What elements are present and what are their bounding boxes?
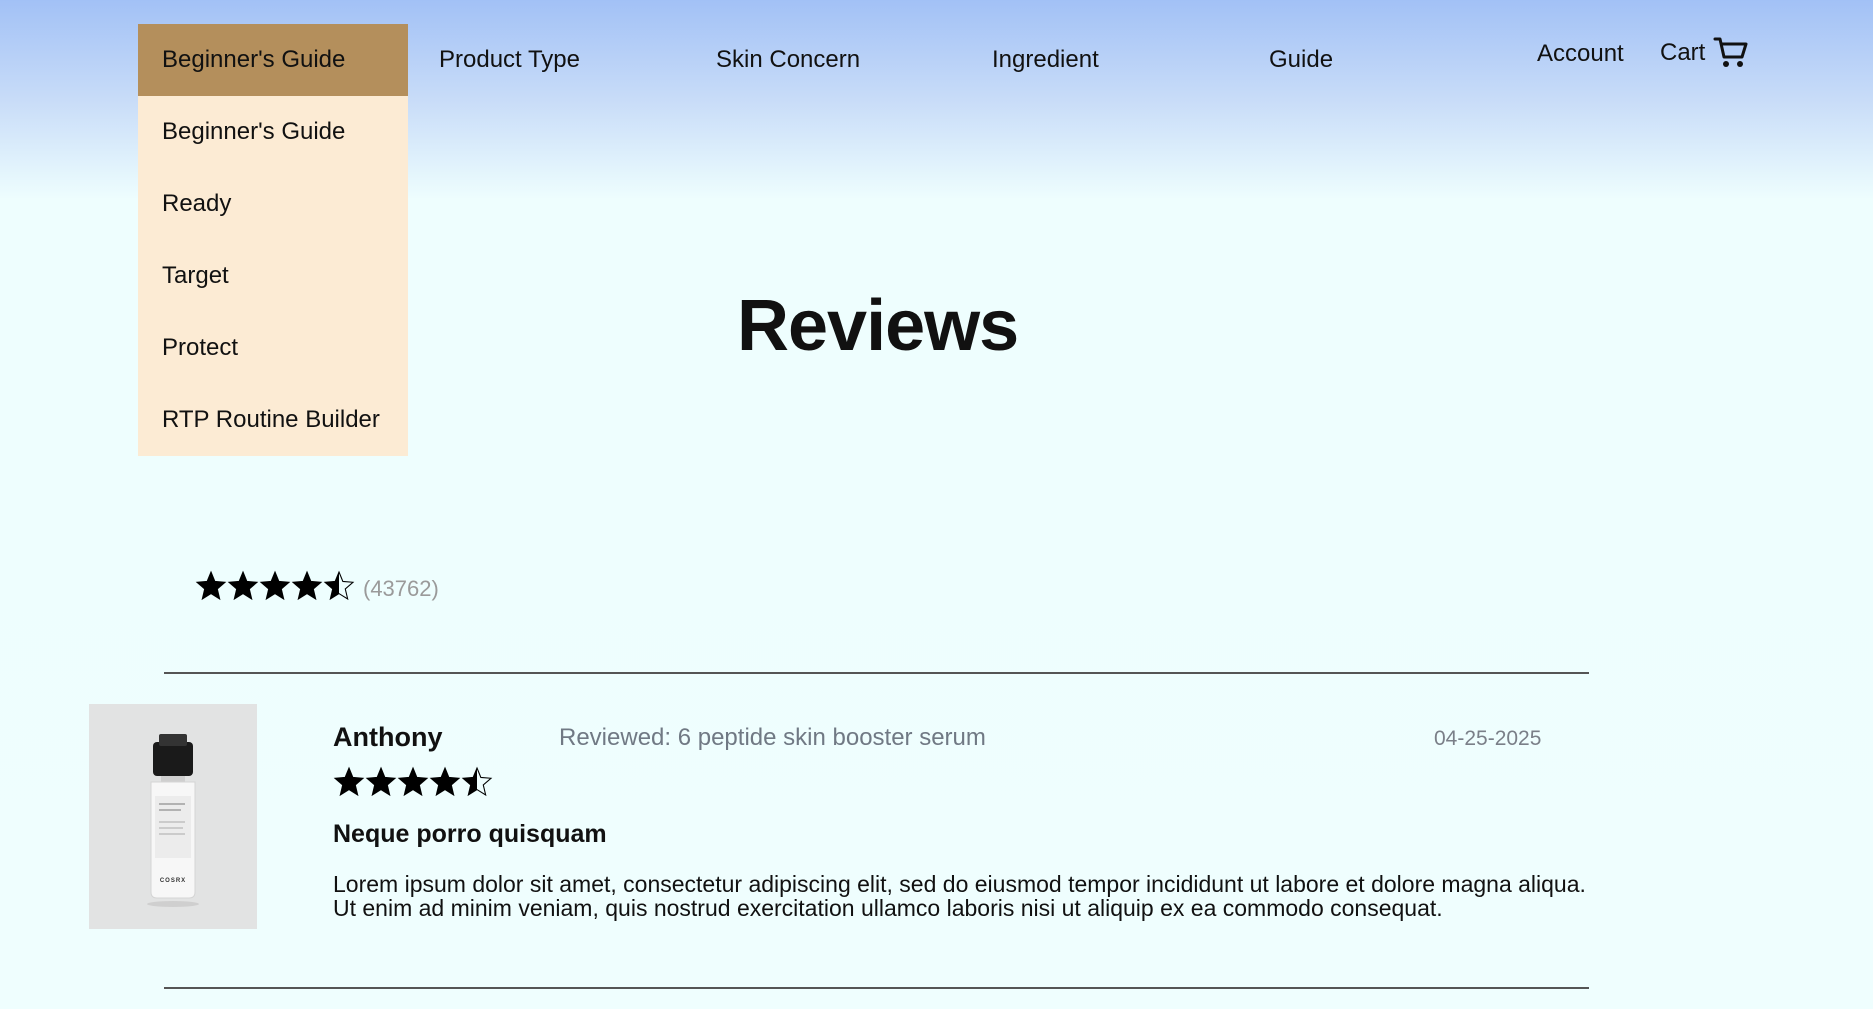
review-date: 04-25-2025 [1434, 727, 1542, 750]
divider-bottom [164, 987, 1589, 989]
nav-item-ingredient[interactable]: Ingredient [992, 46, 1099, 74]
star-icon [195, 570, 227, 601]
star-icon [291, 570, 323, 601]
nav-item-product-type[interactable]: Product Type [439, 46, 580, 74]
serum-bottle-image [147, 734, 199, 907]
star-icon [227, 570, 259, 601]
star-icon [461, 766, 493, 797]
reviewed-product-link[interactable]: Reviewed: 6 peptide skin booster serum [559, 724, 986, 752]
review-count: (43762) [363, 576, 439, 601]
dropdown-item-beginners-guide[interactable]: Beginner's Guide [138, 96, 408, 168]
star-icon [429, 766, 461, 797]
summary-star-rating [195, 570, 355, 602]
nav-item-beginners-guide[interactable]: Beginner's Guide [138, 24, 408, 96]
star-icon [259, 570, 291, 601]
product-thumbnail[interactable]: COSRX [89, 704, 257, 929]
review-body: Lorem ipsum dolor sit amet, consectetur … [333, 871, 1586, 921]
divider-top [164, 672, 1589, 674]
cart-icon [1713, 37, 1748, 67]
dropdown-item-rtp-routine-builder[interactable]: RTP Routine Builder [138, 384, 408, 456]
cart-label: Cart [1660, 39, 1706, 66]
page-title: Reviews [737, 286, 1019, 366]
star-icon [397, 766, 429, 797]
beginners-guide-dropdown: Beginner's Guide Beginner's Guide Ready … [138, 24, 408, 456]
cart-link[interactable]: Cart [1660, 36, 1749, 70]
star-icon [333, 766, 365, 797]
review-title: Neque porro quisquam [333, 820, 607, 848]
nav-item-guide[interactable]: Guide [1269, 46, 1333, 74]
reviewer-name: Anthony [333, 722, 443, 752]
account-link[interactable]: Account [1537, 40, 1624, 68]
nav-item-skin-concern[interactable]: Skin Concern [716, 46, 860, 74]
dropdown-item-target[interactable]: Target [138, 240, 408, 312]
dropdown-item-ready[interactable]: Ready [138, 168, 408, 240]
dropdown-item-protect[interactable]: Protect [138, 312, 408, 384]
rating-summary: (43762) [195, 570, 439, 602]
star-icon [323, 570, 355, 601]
review-star-rating [333, 766, 493, 798]
bottle-brand-label: COSRX [159, 878, 187, 884]
star-icon [365, 766, 397, 797]
